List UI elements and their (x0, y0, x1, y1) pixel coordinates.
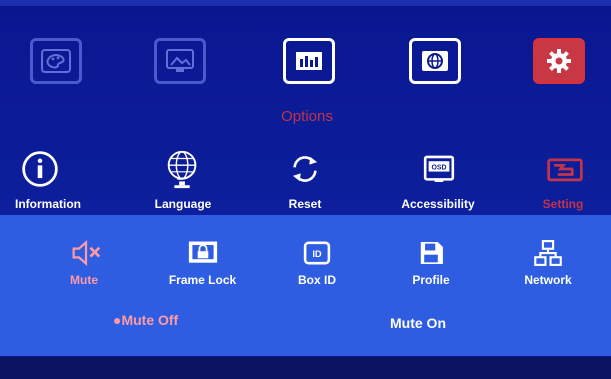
gear-icon[interactable] (533, 38, 585, 84)
info-icon[interactable] (15, 146, 65, 192)
language-label[interactable]: Language (143, 197, 223, 211)
network-label[interactable]: Network (508, 273, 588, 287)
svg-text:OSD: OSD (432, 164, 447, 171)
accessibility-label[interactable]: Accessibility (388, 197, 488, 211)
globe-icon[interactable] (409, 38, 461, 84)
globe-stand-icon[interactable] (158, 146, 208, 192)
mute-off-option[interactable]: ●Mute Off (113, 312, 178, 328)
network-icon[interactable] (528, 236, 568, 270)
bottom-bar (0, 357, 611, 379)
picture-icon[interactable] (154, 38, 206, 84)
settings-icon[interactable] (540, 146, 590, 192)
reset-label[interactable]: Reset (265, 197, 345, 211)
mute-label[interactable]: Mute (61, 273, 107, 287)
save-icon[interactable] (411, 236, 451, 270)
info-label[interactable]: Information (8, 197, 88, 211)
box-id-label[interactable]: Box ID (287, 273, 347, 287)
speaker-mute-icon[interactable] (66, 236, 106, 270)
menu-title: Options (281, 108, 333, 125)
top-border (0, 0, 611, 6)
setting-label[interactable]: Setting (530, 197, 596, 211)
id-icon[interactable]: ID (297, 236, 337, 270)
profile-label[interactable]: Profile (398, 273, 464, 287)
frame-lock-label[interactable]: Frame Lock (155, 273, 250, 287)
palette-icon[interactable] (30, 38, 82, 84)
mute-on-option[interactable]: Mute On (390, 315, 446, 331)
osd-icon[interactable]: OSD (414, 146, 464, 192)
frame-lock-icon[interactable] (183, 236, 223, 270)
options-icon[interactable] (283, 38, 335, 84)
reset-icon[interactable] (280, 146, 330, 192)
osd-menu: Options Information Language Reset OSD A… (0, 0, 611, 379)
svg-text:ID: ID (312, 249, 322, 259)
